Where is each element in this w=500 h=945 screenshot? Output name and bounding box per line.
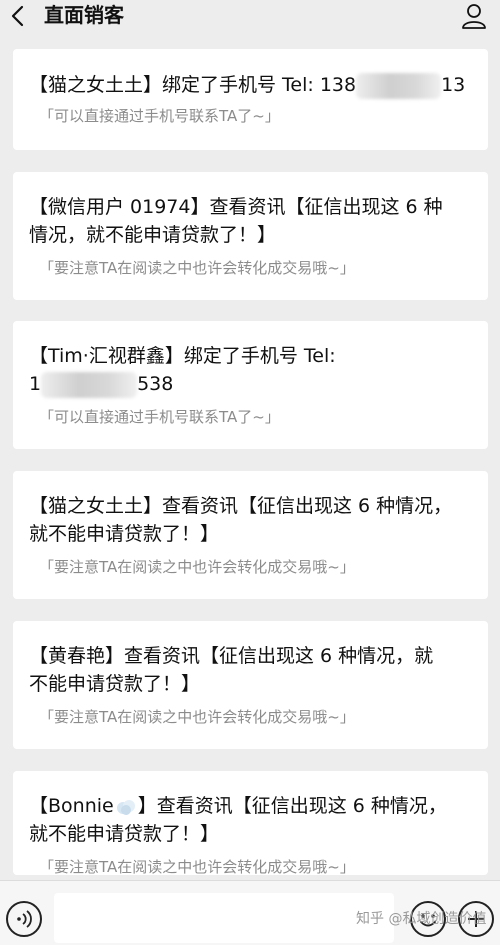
activity-card: 【微信用户 01974】查看资讯【征信出现这 6 种 情况，就不能申请贷款了！】… xyxy=(13,172,488,300)
activity-hint: 「要注意TA在阅读之中也许会转化成交易哦~」 xyxy=(39,558,355,576)
voice-icon xyxy=(17,910,32,928)
activity-text-part: 13 xyxy=(441,74,466,96)
activity-text-line: 就不能申请贷款了！】 xyxy=(29,823,220,845)
voice-button[interactable] xyxy=(6,901,42,937)
activity-hint: 「要注意TA在阅读之中也许会转化成交易哦~」 xyxy=(39,858,355,876)
top-bar: 直面销客 xyxy=(0,0,500,32)
activity-hint: 「要注意TA在阅读之中也许会转化成交易哦~」 xyxy=(39,259,355,277)
activity-card: 【黄春艳】查看资讯【征信出现这 6 种情况，就 不能申请贷款了！】 「要注意TA… xyxy=(13,621,488,749)
back-icon[interactable] xyxy=(8,4,28,28)
activity-text: 【猫之女土土】绑定了手机号 Tel: 138 13 xyxy=(29,71,476,99)
activity-text-line: 【猫之女土土】查看资讯【征信出现这 6 种情况， xyxy=(29,495,453,517)
activity-hint: 「可以直接通过手机号联系TA了~」 xyxy=(39,107,280,125)
activity-text-part: 【猫之女土土】绑定了手机号 Tel: 138 xyxy=(29,74,357,96)
masked-phone xyxy=(356,72,442,99)
activity-text-line: 【黄春艳】查看资讯【征信出现这 6 种情况，就 xyxy=(29,645,434,667)
masked-phone xyxy=(41,371,138,398)
activity-text-part: 538 xyxy=(137,373,174,395)
activity-text-line: 就不能申请贷款了！】 xyxy=(29,523,220,545)
activity-card: 【Bonnie 】查看资讯【征信出现这 6 种情况， 就不能申请贷款了！】 「要… xyxy=(13,771,488,876)
activity-card: 【猫之女土土】绑定了手机号 Tel: 138 13 「可以直接通过手机号联系TA了… xyxy=(13,49,488,150)
activity-text-line: 【Bonnie 】查看资讯【征信出现这 6 种情况， xyxy=(29,792,476,820)
activity-text-line: 【Tim·汇视群鑫】绑定了手机号 Tel: xyxy=(29,345,336,367)
activity-text-part: 1 xyxy=(29,373,42,395)
activity-text: 【Bonnie 】查看资讯【征信出现这 6 种情况， 就不能申请贷款了！】 xyxy=(29,792,476,848)
activity-hint: 「要注意TA在阅读之中也许会转化成交易哦~」 xyxy=(39,708,355,726)
activity-text-part: 】查看资讯【征信出现这 6 种情况， xyxy=(137,795,447,817)
activity-card: 【Tim·汇视群鑫】绑定了手机号 Tel: 1 538 「可以直接通过手机号联系T… xyxy=(13,321,488,449)
activity-card: 【猫之女土土】查看资讯【征信出现这 6 种情况， 就不能申请贷款了！】 「要注意… xyxy=(13,471,488,599)
activity-text-part: 【Bonnie xyxy=(29,795,114,817)
activity-text-line: 情况，就不能申请贷款了！】 xyxy=(29,224,277,246)
message-input[interactable] xyxy=(54,893,394,943)
cloud-emoji-icon xyxy=(116,799,135,815)
watermark: 知乎 @私域创造价值 xyxy=(356,911,487,927)
activity-text: 【微信用户 01974】查看资讯【征信出现这 6 种 情况，就不能申请贷款了！】 xyxy=(29,193,476,249)
activity-text: 【黄春艳】查看资讯【征信出现这 6 种情况，就 不能申请贷款了！】 xyxy=(29,642,476,698)
activity-text-line: 1 538 xyxy=(29,370,476,398)
activity-text-line: 【微信用户 01974】查看资讯【征信出现这 6 种 xyxy=(29,196,443,218)
activity-text: 【Tim·汇视群鑫】绑定了手机号 Tel: 1 538 xyxy=(29,342,476,398)
profile-icon[interactable] xyxy=(460,2,488,30)
activity-hint: 「可以直接通过手机号联系TA了~」 xyxy=(39,408,280,426)
activity-text: 【猫之女土土】查看资讯【征信出现这 6 种情况， 就不能申请贷款了！】 xyxy=(29,492,476,548)
page-title: 直面销客 xyxy=(44,3,124,27)
activity-text-line: 不能申请贷款了！】 xyxy=(29,673,201,695)
